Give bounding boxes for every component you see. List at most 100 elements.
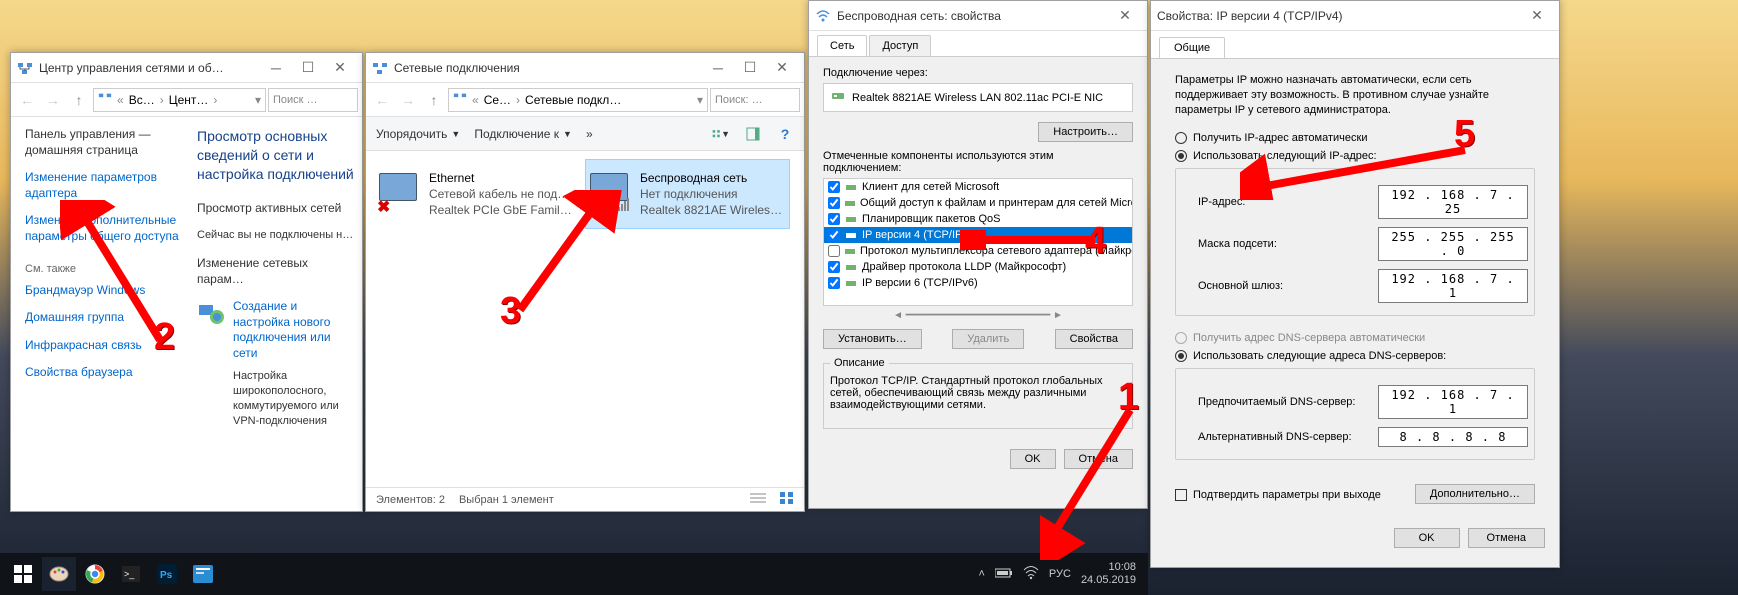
component-checkbox[interactable] [828,245,840,257]
file-list: ✖ Ethernet Сетевой кабель не подк… Realt… [366,151,804,237]
radio-icon [1175,150,1187,162]
change-settings-header: Изменение сетевых парам… [197,255,356,287]
battery-icon[interactable] [995,567,1013,582]
chrome-icon[interactable] [78,557,112,591]
tray-up-icon[interactable]: ˄ [978,568,984,580]
component-icon [844,276,858,290]
validate-checkbox[interactable]: Подтвердить параметры при выходе [1175,489,1381,501]
up-button[interactable]: ↑ [67,88,91,112]
start-button[interactable] [6,557,40,591]
back-button[interactable]: ← [15,88,39,112]
component-checkbox[interactable] [828,261,840,273]
main-panel: Просмотр основных сведений о сети и наст… [191,117,362,511]
app-icon[interactable] [186,557,220,591]
tiles-view-icon[interactable] [780,492,794,507]
adapter-icon [830,88,846,107]
dns1-input[interactable]: 192 . 168 . 7 . 1 [1378,385,1528,419]
mask-input[interactable]: 255 . 255 . 255 . 0 [1378,227,1528,261]
crumb-item[interactable]: Вс… [129,93,155,107]
component-checkbox[interactable] [828,197,840,209]
titlebar[interactable]: Беспроводная сеть: свойства ✕ [809,1,1147,31]
radio-manual-dns[interactable]: Использовать следующие адреса DNS-сервер… [1175,350,1535,362]
component-item[interactable]: Общий доступ к файлам и принтерам для се… [824,195,1132,211]
titlebar[interactable]: Центр управления сетями и об… ─ ☐ ✕ [11,53,362,83]
tab-sharing[interactable]: Доступ [869,35,931,56]
component-item[interactable]: IP версии 6 (TCP/IPv6) [824,275,1132,291]
properties-button[interactable]: Свойства [1055,329,1133,349]
svg-text:Ps: Ps [160,570,173,581]
window-title: Свойства: IP версии 4 (TCP/IPv4) [1157,9,1521,23]
close-button[interactable]: ✕ [766,56,798,80]
chevron-down-icon[interactable]: ▾ [255,93,261,107]
network-icon [372,60,388,76]
forward-button[interactable]: → [396,88,420,112]
sidebar-browser-props[interactable]: Свойства браузера [25,365,183,381]
terminal-icon[interactable]: >_ [114,557,148,591]
adapter-name: Realtek 8821AE Wireless LAN 802.11ac PCI… [852,92,1103,104]
wifi-tray-icon[interactable] [1023,566,1039,583]
toolbar-more[interactable]: » [586,127,593,141]
dns2-input[interactable]: 8 . 8 . 8 . 8 [1378,427,1528,447]
component-checkbox[interactable] [828,229,840,241]
help-icon[interactable]: ? [776,125,794,143]
ok-button[interactable]: OK [1010,449,1056,469]
cancel-button[interactable]: Отмена [1468,528,1545,548]
chevron-down-icon[interactable]: ▾ [697,93,703,107]
view-options-icon[interactable]: ▼ [712,125,730,143]
close-button[interactable]: ✕ [1521,4,1553,28]
component-checkbox[interactable] [828,181,840,193]
crumb-item[interactable]: Цент… [169,93,209,107]
maximize-button[interactable]: ☐ [734,56,766,80]
close-button[interactable]: ✕ [1109,4,1141,28]
adapter-state: Нет подключения [640,186,785,202]
intro-text: Параметры IP можно назначать автоматичес… [1175,73,1535,118]
minimize-button[interactable]: ─ [702,56,734,80]
preview-pane-icon[interactable] [744,125,762,143]
component-checkbox[interactable] [828,277,840,289]
item-count: Элементов: 2 [376,494,445,506]
create-connection-link[interactable]: Создание и настройка нового подключения … [233,299,356,361]
forward-button[interactable]: → [41,88,65,112]
maximize-button[interactable]: ☐ [292,56,324,80]
advanced-button[interactable]: Дополнительно… [1415,484,1535,504]
lang-indicator[interactable]: РУС [1049,568,1071,580]
wifi-adapter-item[interactable]: ✖ Беспроводная сеть Нет подключения Real… [585,159,790,229]
connect-to-menu[interactable]: Подключение к ▼ [474,127,572,141]
component-item[interactable]: Клиент для сетей Microsoft [824,179,1132,195]
crumb-item[interactable]: Сетевые подкл… [525,93,621,107]
radio-auto-ip[interactable]: Получить IP-адрес автоматически [1175,132,1535,144]
sidebar-advanced-sharing[interactable]: Изменить дополнительныепараметры общего … [25,213,183,244]
back-button[interactable]: ← [370,88,394,112]
tab-general[interactable]: Общие [1159,37,1225,58]
search-input[interactable]: Поиск: … [710,88,800,112]
sidebar-home[interactable]: Панель управления —домашняя страница [25,127,183,158]
crumb-item[interactable]: Се… [484,93,511,107]
search-input[interactable]: Поиск … [268,88,358,112]
breadcrumb[interactable]: « Се… › Сетевые подкл… ▾ [448,88,708,112]
sidebar-firewall[interactable]: Брандмауэр Windows [25,283,183,299]
details-view-icon[interactable] [750,492,766,507]
breadcrumb[interactable]: « Вс… › Цент… › ▾ [93,88,266,112]
configure-button[interactable]: Настроить… [1038,122,1133,142]
titlebar[interactable]: Сетевые подключения ─ ☐ ✕ [366,53,804,83]
tab-network[interactable]: Сеть [817,35,867,56]
cancel-button[interactable]: Отмена [1064,449,1133,469]
organize-menu[interactable]: Упорядочить ▼ [376,127,460,141]
titlebar[interactable]: Свойства: IP версии 4 (TCP/IPv4) ✕ [1151,1,1559,31]
component-label: Драйвер протокола LLDP (Майкрософт) [862,261,1066,273]
component-checkbox[interactable] [828,213,840,225]
minimize-button[interactable]: ─ [260,56,292,80]
ip-input[interactable]: 192 . 168 . 7 . 25 [1378,185,1528,219]
photoshop-icon[interactable]: Ps [150,557,184,591]
install-button[interactable]: Установить… [823,329,922,349]
paint-icon[interactable] [42,557,76,591]
clock[interactable]: 10:08 24.05.2019 [1081,561,1142,586]
ethernet-adapter-item[interactable]: ✖ Ethernet Сетевой кабель не подк… Realt… [374,159,579,229]
ok-button[interactable]: OK [1394,528,1460,548]
close-button[interactable]: ✕ [324,56,356,80]
radio-manual-ip[interactable]: Использовать следующий IP-адрес: [1175,150,1535,162]
gateway-input[interactable]: 192 . 168 . 7 . 1 [1378,269,1528,303]
remove-button[interactable]: Удалить [952,329,1024,349]
sidebar-change-adapter[interactable]: Изменение параметровадаптера [25,170,183,201]
up-button[interactable]: ↑ [422,88,446,112]
